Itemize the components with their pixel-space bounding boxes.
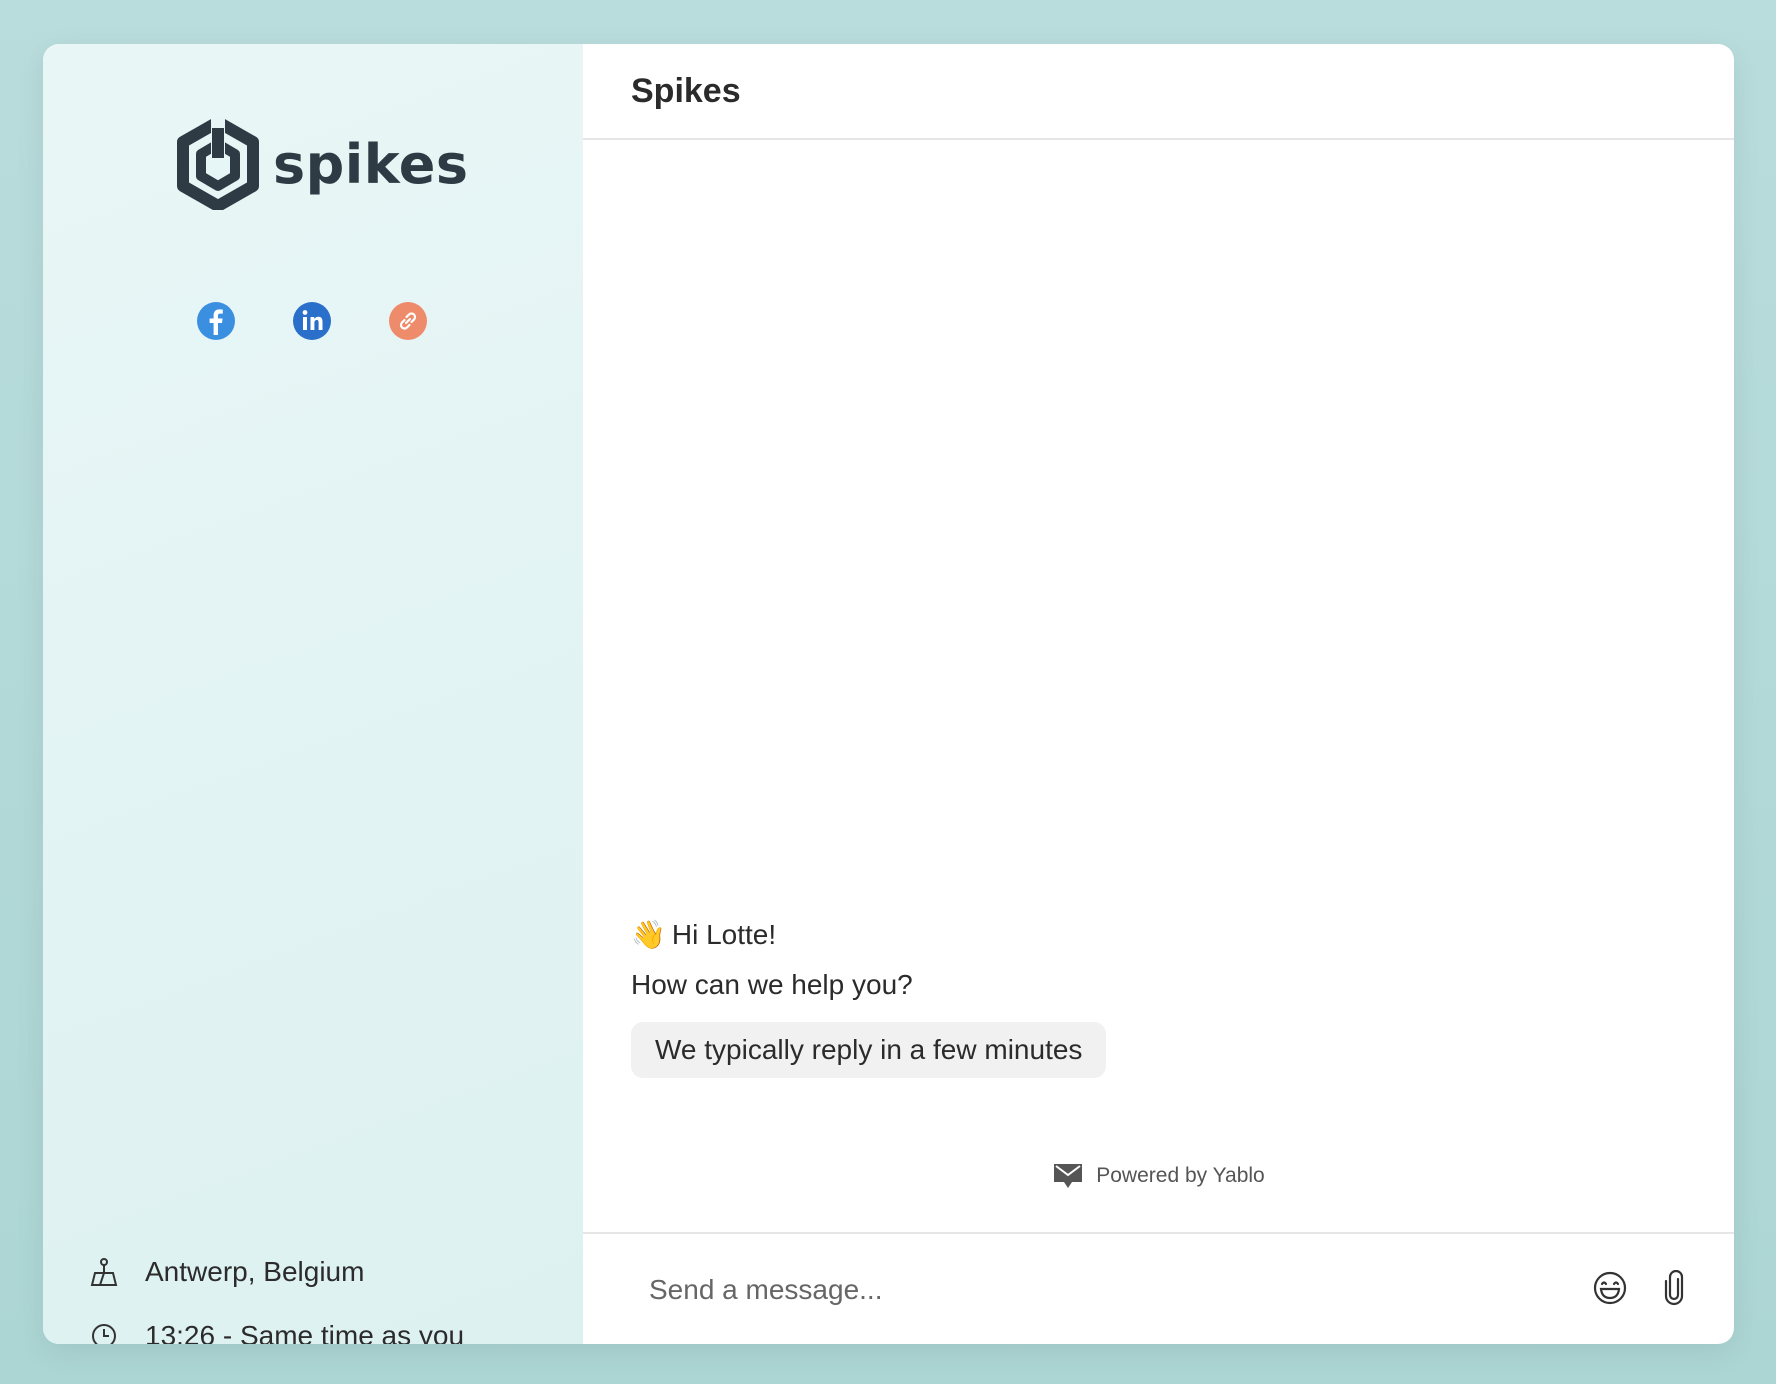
greeting-message: 👋 Hi Lotte!: [631, 918, 776, 951]
chat-panel: Spikes 👋 Hi Lotte! How can we help you? …: [583, 44, 1734, 1344]
yablo-logo-icon: [1052, 1162, 1084, 1190]
sidebar: spikes Antwerp, Belgium 13:26 - Same tim…: [43, 44, 583, 1344]
location-row: Antwerp, Belgium: [89, 1256, 364, 1288]
time-row: 13:26 - Same time as you: [89, 1320, 464, 1344]
paperclip-icon: [1664, 1270, 1684, 1306]
location-text: Antwerp, Belgium: [145, 1256, 365, 1287]
message-input[interactable]: [647, 1264, 1511, 1316]
website-link-button[interactable]: [389, 302, 427, 340]
powered-by[interactable]: Powered by Yablo: [583, 1162, 1734, 1190]
powered-by-text: Powered by Yablo: [1096, 1164, 1265, 1187]
attach-button[interactable]: [1654, 1268, 1694, 1308]
chat-title: Spikes: [631, 72, 741, 110]
smiley-icon: [1593, 1271, 1627, 1305]
map-pin-icon: [89, 1257, 119, 1287]
chat-header: Spikes: [583, 44, 1734, 140]
waving-hand-icon: 👋: [631, 919, 666, 950]
linkedin-icon: [302, 310, 323, 330]
greeting-text: Hi Lotte!: [671, 918, 777, 950]
emoji-button[interactable]: [1590, 1268, 1630, 1308]
linkedin-button[interactable]: [293, 302, 331, 340]
reply-time-text: We typically reply in a few minutes: [655, 1034, 1083, 1065]
help-question: How can we help you?: [631, 969, 913, 1000]
brand-logo: spikes: [177, 118, 469, 210]
message-composer: [583, 1232, 1734, 1344]
reply-time-badge: We typically reply in a few minutes: [631, 1022, 1107, 1078]
spikes-logo-icon: [177, 118, 259, 210]
brand-name: spikes: [273, 132, 469, 196]
local-time-text: 13:26 - Same time as you: [145, 1320, 465, 1344]
chat-window: spikes Antwerp, Belgium 13:26 - Same tim…: [43, 44, 1734, 1344]
link-icon: [399, 312, 417, 330]
facebook-icon: [209, 309, 223, 335]
social-links: [197, 302, 427, 340]
facebook-button[interactable]: [197, 302, 235, 340]
clock-icon: [89, 1321, 119, 1344]
